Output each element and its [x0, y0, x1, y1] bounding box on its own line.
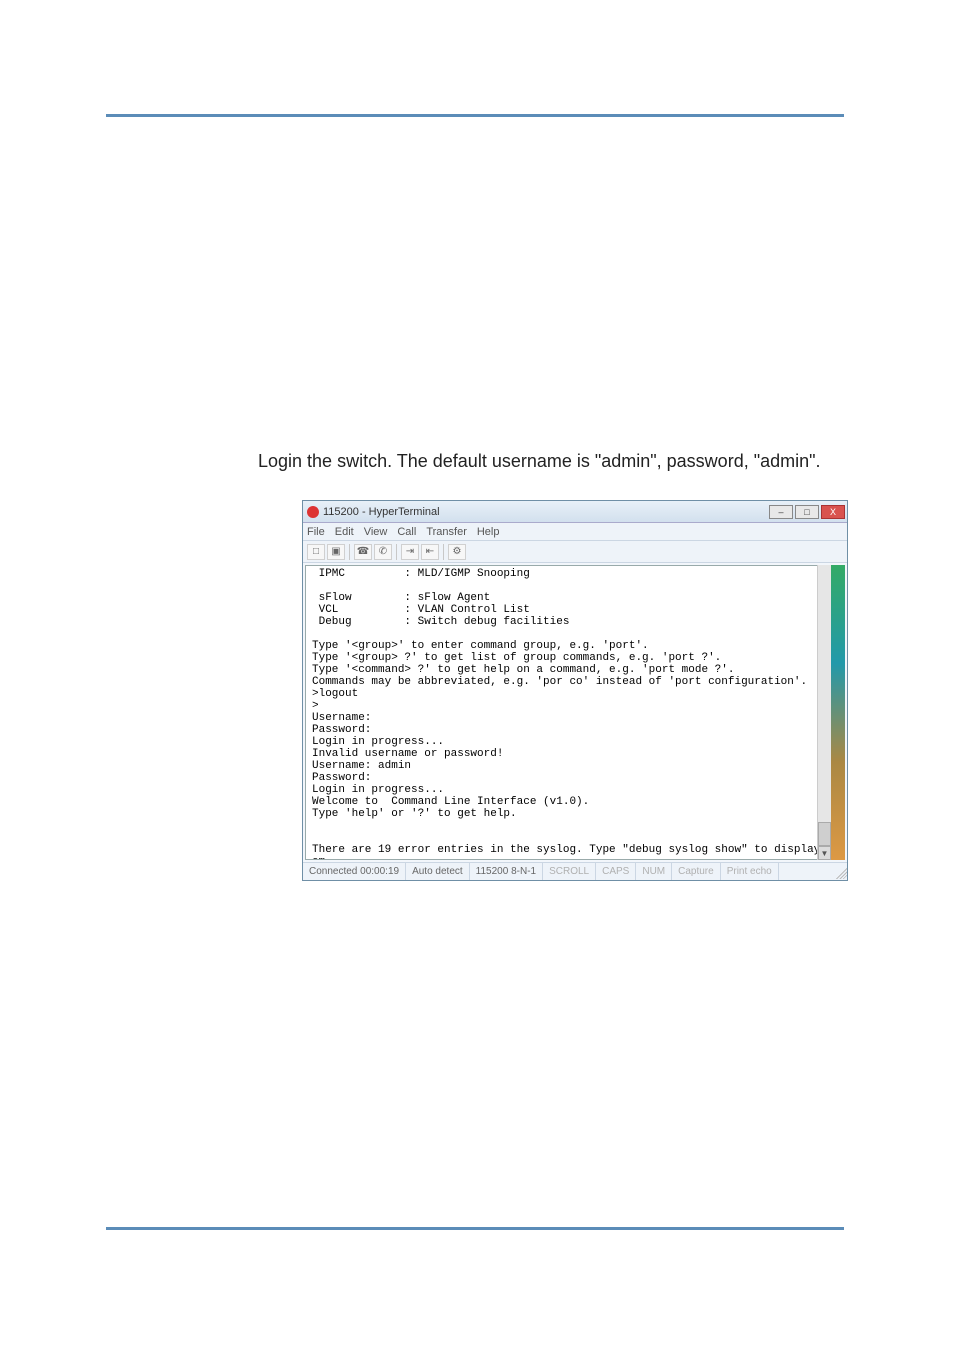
hyperterminal-window: 115200 - HyperTerminal – □ X File Edit V…	[302, 500, 848, 881]
menu-file[interactable]: File	[307, 526, 325, 538]
terminal-output: IPMC : MLD/IGMP Snooping sFlow : sFlow A…	[312, 568, 822, 860]
instruction-text: Login the switch. The default username i…	[258, 451, 821, 472]
resize-grip-icon[interactable]	[833, 865, 847, 879]
title-bar[interactable]: 115200 - HyperTerminal – □ X	[303, 501, 847, 523]
toolbar-separator	[443, 544, 444, 560]
status-scroll: SCROLL	[543, 863, 596, 880]
toolbar-separator	[396, 544, 397, 560]
hangup-icon[interactable]: ✆	[374, 544, 392, 560]
status-auto-detect: Auto detect	[406, 863, 470, 880]
receive-icon[interactable]: ⇤	[421, 544, 439, 560]
menu-transfer[interactable]: Transfer	[426, 526, 467, 538]
status-port-params: 115200 8-N-1	[470, 863, 543, 880]
status-caps: CAPS	[596, 863, 636, 880]
status-num: NUM	[636, 863, 672, 880]
status-bar: Connected 00:00:19 Auto detect 115200 8-…	[303, 862, 847, 880]
app-icon	[307, 506, 319, 518]
open-file-icon[interactable]: ▣	[327, 544, 345, 560]
status-connection-time: Connected 00:00:19	[303, 863, 406, 880]
maximize-button[interactable]: □	[795, 505, 819, 519]
close-button[interactable]: X	[821, 505, 845, 519]
terminal-pane[interactable]: IPMC : MLD/IGMP Snooping sFlow : sFlow A…	[305, 565, 829, 860]
toolbar-separator	[349, 544, 350, 560]
menu-view[interactable]: View	[364, 526, 388, 538]
window-right-edge-strip	[831, 565, 845, 860]
bottom-horizontal-rule	[106, 1227, 844, 1230]
terminal-scrollbar[interactable]: ▼	[817, 565, 831, 860]
top-horizontal-rule	[106, 114, 844, 117]
call-icon[interactable]: ☎	[354, 544, 372, 560]
toolbar: □ ▣ ☎ ✆ ⇥ ⇤ ⚙	[303, 541, 847, 563]
status-print-echo: Print echo	[721, 863, 779, 880]
menu-call[interactable]: Call	[397, 526, 416, 538]
window-title: 115200 - HyperTerminal	[323, 506, 440, 518]
properties-icon[interactable]: ⚙	[448, 544, 466, 560]
menu-edit[interactable]: Edit	[335, 526, 354, 538]
menu-help[interactable]: Help	[477, 526, 500, 538]
menu-bar: File Edit View Call Transfer Help	[303, 523, 847, 541]
new-file-icon[interactable]: □	[307, 544, 325, 560]
scrollbar-thumb[interactable]	[818, 822, 831, 846]
minimize-button[interactable]: –	[769, 505, 793, 519]
status-capture: Capture	[672, 863, 721, 880]
terminal-container: IPMC : MLD/IGMP Snooping sFlow : sFlow A…	[303, 563, 847, 862]
scrollbar-down-button[interactable]: ▼	[818, 846, 831, 860]
send-icon[interactable]: ⇥	[401, 544, 419, 560]
